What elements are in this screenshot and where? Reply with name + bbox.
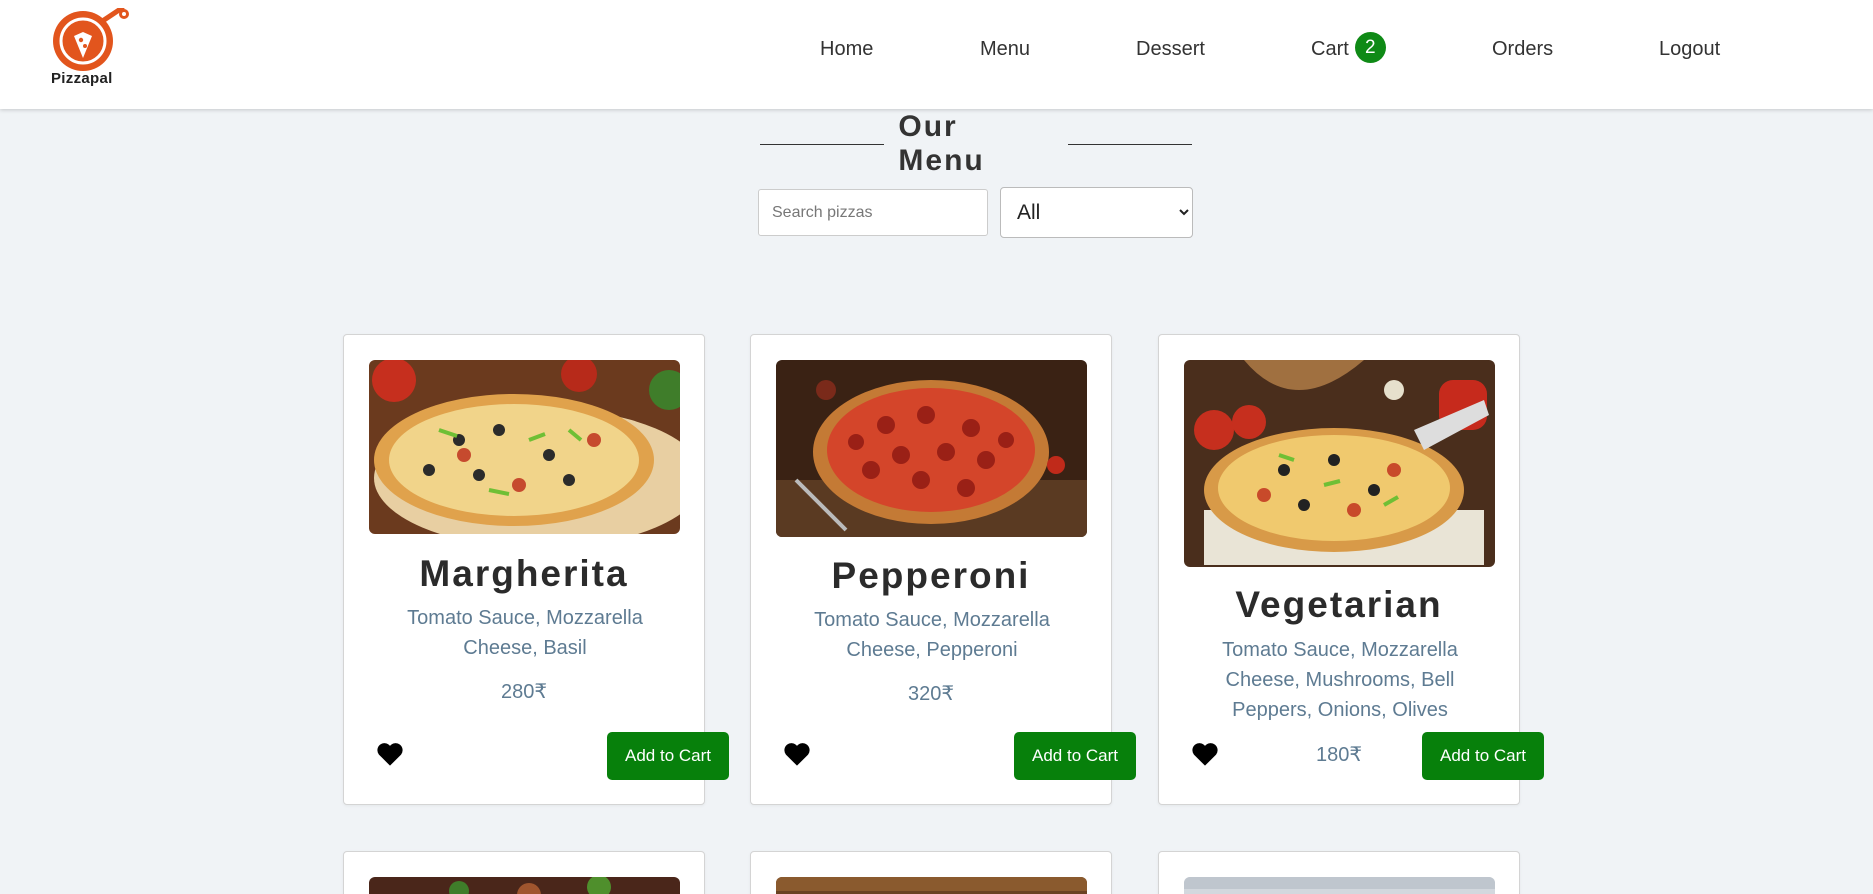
nav-logout-label: Logout: [1659, 38, 1721, 60]
nav-dessert[interactable]: Dessert: [1136, 38, 1205, 61]
pizza-image-vegetarian: [1184, 360, 1495, 567]
brand-name: Pizzapal: [51, 70, 113, 87]
nav-orders[interactable]: Orders: [1492, 38, 1553, 61]
pizza-image-pepperoni: [776, 360, 1087, 537]
category-filter-select[interactable]: All: [1000, 187, 1193, 238]
navbar: Pizzapal Home Menu Dessert Cart 2 Orders …: [0, 0, 1873, 109]
nav-orders-label: Orders: [1492, 38, 1554, 60]
pizza-card-partial-2: [750, 851, 1112, 894]
search-input[interactable]: [758, 189, 988, 236]
pizza-image-partial: [1184, 877, 1495, 894]
nav-logout[interactable]: Logout: [1659, 38, 1720, 61]
pizza-ingredients: Tomato Sauce, Mozzarella Cheese, Basil: [407, 607, 643, 659]
add-to-cart-button[interactable]: Add to Cart: [1422, 732, 1544, 780]
pizza-card-pepperoni: Pepperoni Tomato Sauce, Mozzarella Chees…: [750, 334, 1136, 805]
heading-divider-right: [1067, 143, 1193, 145]
nav-cart-label: Cart: [1311, 37, 1349, 60]
pizza-image-partial: [776, 877, 1087, 894]
cart-count-badge: 2: [1354, 32, 1386, 63]
add-to-cart-button[interactable]: Add to Cart: [607, 732, 729, 780]
pizza-card-margherita: Margherita Tomato Sauce, Mozzarella Chee…: [343, 334, 729, 805]
pizza-image-partial: [369, 877, 680, 894]
page-title: Our Menu: [898, 110, 985, 177]
add-to-cart-button[interactable]: Add to Cart: [1014, 732, 1136, 780]
pizza-card-partial-3: [1158, 851, 1520, 894]
nav-cart[interactable]: Cart 2: [1311, 32, 1386, 65]
pizza-price: 320₹: [907, 683, 955, 705]
nav-menu-label: Menu: [980, 38, 1031, 60]
pizza-price: 280₹: [500, 681, 548, 703]
pizza-name: Pepperoni: [831, 555, 1031, 596]
favorite-heart-icon[interactable]: [783, 741, 811, 767]
menu-heading: Our Menu: [760, 110, 1193, 177]
pizza-image-margherita: [369, 360, 680, 534]
pizza-name: Vegetarian: [1235, 584, 1443, 625]
pizza-ingredients: Tomato Sauce, Mozzarella Cheese, Peppero…: [814, 609, 1050, 661]
favorite-heart-icon[interactable]: [376, 741, 404, 767]
nav-home[interactable]: Home: [820, 38, 873, 61]
pizza-card-partial-1: [343, 851, 705, 894]
pizza-card-vegetarian: Vegetarian Tomato Sauce, Mozzarella Chee…: [1158, 334, 1544, 805]
nav-home-label: Home: [820, 38, 874, 60]
nav-menu[interactable]: Menu: [980, 38, 1030, 61]
pizza-ingredients: Tomato Sauce, Mozzarella Cheese, Mushroo…: [1222, 639, 1458, 721]
heading-divider-left: [760, 143, 885, 145]
nav-dessert-label: Dessert: [1136, 38, 1205, 60]
favorite-heart-icon[interactable]: [1191, 741, 1219, 767]
pizza-name: Margherita: [419, 553, 629, 594]
